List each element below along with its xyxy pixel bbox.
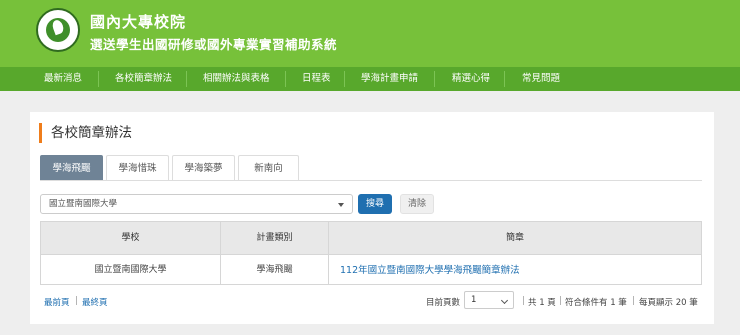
current-page-label: 目前頁數 xyxy=(426,298,461,308)
search-button[interactable]: 搜尋 xyxy=(358,194,392,214)
tab-xuehai-xizhu[interactable]: 學海惜珠 xyxy=(106,155,169,180)
brochure-table: 學校 計畫類別 簡章 國立暨南國際大學 學海飛颺 112年國立暨南國際大學學海飛… xyxy=(40,221,702,285)
nav-divider xyxy=(98,71,99,87)
last-page-link[interactable]: 最終頁 xyxy=(82,296,108,308)
page-select[interactable]: 1 xyxy=(464,291,514,309)
nav-item-program-application[interactable]: 學海計畫申請 xyxy=(361,67,418,91)
page-title: 各校簡章辦法 xyxy=(39,123,132,143)
main-nav: 最新消息 各校簡章辦法 相關辦法與表格 日程表 學海計畫申請 精選心得 常見問題 xyxy=(0,67,740,91)
clear-button[interactable]: 清除 xyxy=(400,194,434,214)
site-header: 國內大專校院 選送學生出國研修或國外專業實習補助系統 xyxy=(0,0,740,67)
tab-xuehai-zhumeng[interactable]: 學海築夢 xyxy=(172,155,235,180)
tab-baseline xyxy=(40,180,702,181)
tab-new-southbound[interactable]: 新南向 xyxy=(238,155,299,180)
nav-item-faq[interactable]: 常見問題 xyxy=(522,67,560,91)
cell-school: 國立暨南國際大學 xyxy=(41,254,221,285)
content-panel: 各校簡章辦法 學海飛颺 學海惜珠 學海築夢 新南向 國立暨南國際大學 搜尋 清除… xyxy=(30,112,714,324)
page-select-value: 1 xyxy=(471,295,477,305)
site-subtitle: 選送學生出國研修或國外專業實習補助系統 xyxy=(90,37,338,52)
cell-brochure: 112年國立暨南國際大學學海飛颺簡章辦法 xyxy=(329,254,701,285)
nav-divider xyxy=(504,71,505,87)
matches-count-text: 符合條件有 1 筆 xyxy=(565,298,627,308)
school-select[interactable]: 國立暨南國際大學 xyxy=(40,194,353,214)
nav-item-featured-reflections[interactable]: 精選心得 xyxy=(452,67,490,91)
per-page-text: 每頁顯示 20 筆 xyxy=(639,298,698,308)
ministry-of-education-seal-icon[interactable] xyxy=(36,8,80,52)
nav-divider xyxy=(344,71,345,87)
nav-item-school-brochures[interactable]: 各校簡章辦法 xyxy=(115,67,172,91)
nav-divider xyxy=(285,71,286,87)
tab-xuehai-feiyang[interactable]: 學海飛颺 xyxy=(40,155,103,180)
nav-item-news[interactable]: 最新消息 xyxy=(44,67,82,91)
column-header-school: 學校 xyxy=(41,222,221,254)
chevron-down-icon xyxy=(500,296,509,305)
nav-item-regulations-forms[interactable]: 相關辦法與表格 xyxy=(203,67,270,91)
nav-item-schedule[interactable]: 日程表 xyxy=(302,67,331,91)
total-pages-text: 共 1 頁 xyxy=(528,298,556,308)
column-header-category: 計畫類別 xyxy=(221,222,329,254)
first-page-link[interactable]: 最前頁 xyxy=(44,296,70,308)
school-select-value: 國立暨南國際大學 xyxy=(49,199,118,209)
column-header-brochure: 簡章 xyxy=(329,222,701,254)
chevron-down-icon xyxy=(338,203,344,207)
site-title: 國內大專校院 xyxy=(90,13,187,31)
nav-divider xyxy=(434,71,435,87)
pager-separator: | xyxy=(75,296,78,306)
brochure-link[interactable]: 112年國立暨南國際大學學海飛颺簡章辦法 xyxy=(340,265,520,276)
cell-category: 學海飛颺 xyxy=(221,254,329,285)
pager-separator: | xyxy=(632,296,635,306)
pager-separator: | xyxy=(522,296,525,306)
nav-divider xyxy=(186,71,187,87)
pager-separator: | xyxy=(559,296,562,306)
